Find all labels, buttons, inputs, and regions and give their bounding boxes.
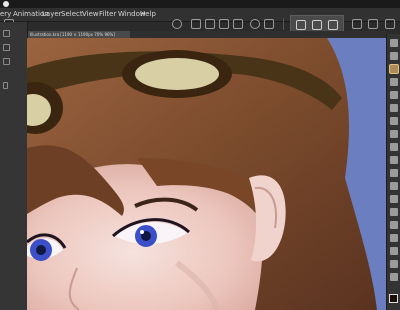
frame-icon[interactable]: [368, 19, 378, 29]
eye-highlight-right: [140, 230, 144, 234]
pen-icon[interactable]: [312, 20, 322, 30]
refresh-icon[interactable]: [250, 19, 260, 29]
circle-select-icon[interactable]: [172, 19, 182, 29]
assistant-tool-icon[interactable]: [390, 234, 398, 242]
drawing-canvas[interactable]: [27, 38, 386, 310]
menu-view[interactable]: View: [82, 9, 99, 20]
select-tool-icon[interactable]: [390, 39, 398, 47]
ellipse-tool-icon[interactable]: [390, 104, 398, 112]
pencil-icon[interactable]: [328, 20, 338, 30]
color-picker-icon[interactable]: [390, 182, 398, 190]
document-icon[interactable]: [219, 19, 229, 29]
panel-toggle-icon[interactable]: [3, 30, 10, 37]
app-logo-icon: [3, 1, 9, 7]
freehand-path-icon[interactable]: [390, 130, 398, 138]
menu-layer[interactable]: Layer: [42, 9, 62, 20]
toolbar-separator: [283, 18, 284, 30]
menu-help[interactable]: Help: [140, 9, 156, 20]
toolbox: [386, 34, 400, 310]
save-icon[interactable]: [233, 19, 243, 29]
polygon-tool-icon[interactable]: [390, 117, 398, 125]
new-document-icon[interactable]: [191, 19, 201, 29]
brush-tip-icon[interactable]: [385, 19, 395, 29]
move-tool-icon[interactable]: [390, 208, 398, 216]
pupil-left: [36, 245, 46, 255]
menu-select[interactable]: Select: [61, 9, 83, 20]
left-panel: [0, 22, 28, 310]
zoom-tool-icon[interactable]: [390, 260, 398, 268]
brush-icon[interactable]: [296, 20, 306, 30]
fill-tool-icon[interactable]: [390, 156, 398, 164]
gradient-tool-icon[interactable]: [390, 169, 398, 177]
painting: [27, 38, 386, 310]
smart-patch-tool-icon[interactable]: [390, 52, 398, 60]
panel-list-icon[interactable]: [3, 58, 10, 65]
text-tool-icon[interactable]: [390, 221, 398, 229]
title-bar: [0, 0, 400, 8]
document-tab[interactable]: Illustration.kra [1190 × 1190px 70% 96%]: [28, 31, 130, 38]
grid-icon[interactable]: [205, 19, 215, 29]
brush-preset-icon[interactable]: [264, 19, 274, 29]
transform-tool-icon[interactable]: [390, 195, 398, 203]
rectangle-tool-icon[interactable]: [390, 91, 398, 99]
goggle-lens-right: [135, 58, 219, 90]
brush-tool-icon[interactable]: [390, 65, 398, 73]
panel-option-icon[interactable]: [3, 44, 10, 51]
foreground-color-swatch[interactable]: [389, 294, 398, 303]
measure-tool-icon[interactable]: [390, 247, 398, 255]
calligraphy-tool-icon[interactable]: [390, 143, 398, 151]
line-tool-icon[interactable]: [390, 78, 398, 86]
menu-filter[interactable]: Filter: [99, 9, 116, 20]
crop-icon[interactable]: [352, 19, 362, 29]
pan-tool-icon[interactable]: [390, 273, 398, 281]
panel-scroll-icon[interactable]: [3, 82, 8, 89]
